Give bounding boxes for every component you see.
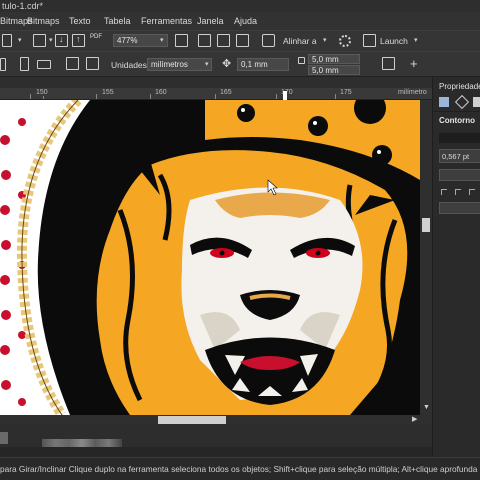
outline-section-title: Contorno <box>439 116 475 125</box>
fill-tab-icon[interactable] <box>454 94 470 110</box>
menu-item-texto[interactable]: Texto <box>69 16 91 26</box>
lion-artwork[interactable] <box>0 100 420 415</box>
snap-to-dropdown[interactable]: Alinhar a <box>283 36 317 46</box>
chevron-down-icon[interactable]: ▾ <box>160 36 164 44</box>
ruler-unit: milímetro <box>398 89 427 96</box>
menu-item-ajuda[interactable]: Ajuda <box>234 16 257 26</box>
vertical-scrollbar[interactable]: ▼ <box>420 100 432 415</box>
ruler-label: 150 <box>36 89 48 96</box>
ruler-label: 155 <box>102 89 114 96</box>
palette-swatch[interactable] <box>0 432 8 444</box>
status-text: para Girar/Inclinar Clique duplo na ferr… <box>0 464 478 474</box>
current-page-icon[interactable] <box>86 57 99 70</box>
ruler-label: 165 <box>220 89 232 96</box>
landscape-icon[interactable] <box>37 60 51 69</box>
redo-icon[interactable] <box>33 34 46 47</box>
add-icon[interactable]: + <box>410 56 418 71</box>
page-tabs-bar <box>0 447 432 457</box>
show-guides-icon[interactable] <box>236 34 249 47</box>
outline-width-field[interactable]: 0,567 pt <box>439 149 480 163</box>
launch-icon[interactable] <box>363 34 376 47</box>
chevron-down-icon[interactable]: ▾ <box>414 36 418 44</box>
document-palette <box>0 425 432 457</box>
corner-icon[interactable] <box>469 189 475 195</box>
menu-item-ferramentas[interactable]: Ferramentas <box>141 16 192 26</box>
horizontal-scroll-thumb[interactable] <box>158 416 226 424</box>
docker-title: Propriedade <box>439 82 480 91</box>
menu-item-bitmaps[interactable]: Bitmaps <box>27 16 60 26</box>
outline-tab-icon[interactable] <box>439 97 449 107</box>
transparency-tab-icon[interactable] <box>473 97 480 107</box>
outline-color-swatch[interactable] <box>439 133 480 143</box>
nudge-distance-field[interactable]: 0,1 mm <box>237 58 289 71</box>
gear-icon[interactable] <box>339 35 351 47</box>
title-bar: tulo-1.cdr* <box>0 0 480 12</box>
properties-docker: Propriedade Contorno 0,567 pt <box>432 77 480 457</box>
all-pages-icon[interactable] <box>66 57 79 70</box>
treat-as-filled-icon[interactable] <box>382 57 395 70</box>
import-icon[interactable]: ↓ <box>55 34 68 47</box>
pdf-icon[interactable]: PDF <box>90 34 103 47</box>
zoom-fit-icon[interactable] <box>175 34 188 47</box>
chevron-down-icon[interactable]: ▾ <box>49 36 53 44</box>
menu-item-janela[interactable]: Janela <box>197 16 224 26</box>
export-icon[interactable]: ↑ <box>72 34 85 47</box>
chevron-down-icon[interactable]: ▾ <box>205 60 209 68</box>
ruler-label: 175 <box>340 89 352 96</box>
duplicate-y-field[interactable]: 5,0 mm <box>308 65 360 75</box>
ruler-label: 160 <box>155 89 167 96</box>
nudge-icon: ✥ <box>222 58 232 70</box>
horizontal-ruler: 150 155 160 165 170 175 milímetro <box>0 88 432 100</box>
launch-button[interactable]: Launch <box>380 36 408 46</box>
show-grid-icon[interactable] <box>217 34 230 47</box>
window-title: tulo-1.cdr* <box>2 1 44 11</box>
scroll-right-icon[interactable]: ▶ <box>412 415 417 423</box>
menu-item-tabela[interactable]: Tabela <box>104 16 131 26</box>
vertical-scroll-thumb[interactable] <box>422 218 430 232</box>
duplicate-x-field[interactable]: 5,0 mm <box>308 54 360 64</box>
portrait-icon[interactable] <box>20 57 29 71</box>
undo-icon[interactable] <box>2 34 12 47</box>
page-icon[interactable] <box>0 58 6 71</box>
drawing-canvas[interactable] <box>0 100 420 415</box>
chevron-down-icon[interactable]: ▾ <box>323 36 327 44</box>
outline-style-select[interactable] <box>439 169 480 181</box>
menu-bar: Bitmaps Bitmaps Texto Tabela Ferramentas… <box>0 12 480 30</box>
duplicate-distance-icon <box>298 57 305 64</box>
doc-tab-strip <box>0 77 432 88</box>
arrow-style-select[interactable] <box>439 202 480 214</box>
corner-icon[interactable] <box>441 189 447 195</box>
chevron-down-icon[interactable]: ▾ <box>18 36 22 44</box>
horizontal-scrollbar[interactable]: ▶ <box>0 415 432 425</box>
cursor-marker <box>283 91 287 100</box>
units-select[interactable]: milímetros <box>147 58 212 71</box>
snap-icon[interactable] <box>262 34 275 47</box>
standard-toolbar: ▾ ▾ ↓ ↑ PDF 477% ▾ Alinhar a ▾ Launch ▾ <box>0 30 480 51</box>
units-label: Unidades: <box>111 60 150 70</box>
status-bar: para Girar/Inclinar Clique duplo na ferr… <box>0 457 480 480</box>
scroll-down-icon[interactable]: ▼ <box>423 404 430 411</box>
corner-icon[interactable] <box>455 189 461 195</box>
property-bar: Unidades: milímetros ▾ ✥ 0,1 mm 5,0 mm 5… <box>0 51 480 77</box>
full-screen-icon[interactable] <box>198 34 211 47</box>
